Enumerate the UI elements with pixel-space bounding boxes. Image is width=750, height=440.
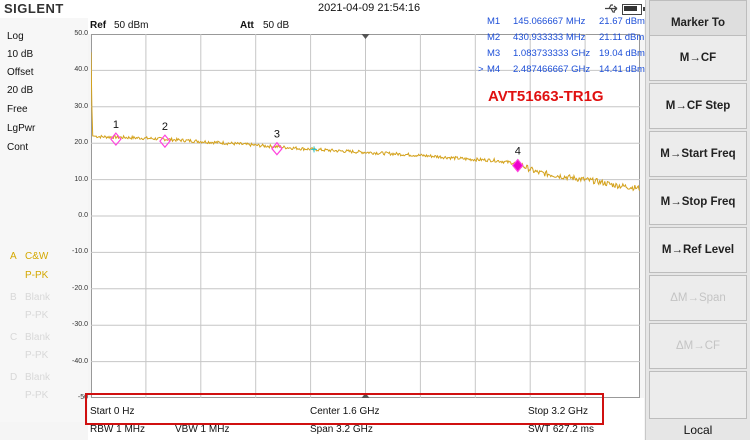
local-button[interactable]: Local — [649, 421, 747, 439]
trace-c-det: P-PK — [25, 350, 49, 361]
marker-to-stop-freq-button[interactable]: M→Stop Freq — [649, 179, 747, 225]
marker-to-start-freq-button[interactable]: M→Start Freq — [649, 131, 747, 177]
marker-prefix-selected: > — [478, 64, 484, 75]
sweep-mode: Cont — [7, 142, 29, 153]
trace-b-letter: B — [10, 292, 17, 303]
trace-d-letter: D — [10, 372, 18, 383]
marker-name: M2 — [487, 32, 501, 43]
trace-a-det: P-PK — [25, 270, 49, 281]
sweep-time[interactable]: SWT 627.2 ms — [528, 424, 594, 435]
datetime: 2021-04-09 21:54:16 — [318, 2, 421, 14]
y-tick-label: -50 — [77, 394, 88, 401]
y-tick-label: -20.0 — [72, 284, 88, 292]
y-tick-label: 0.0 — [78, 212, 88, 219]
offset-value: 20 dB — [7, 85, 34, 96]
marker-name: M3 — [487, 48, 501, 59]
marker-name: M4 — [487, 64, 501, 75]
trace-d-mode: Blank — [25, 372, 51, 383]
marker-level: 19.04 dBm — [599, 48, 645, 59]
y-tick-label: 30.0 — [74, 102, 88, 110]
att-label: Att — [240, 20, 254, 31]
marker-to-ref-level-button[interactable]: M→Ref Level — [649, 227, 747, 273]
marker-number: 3 — [274, 129, 280, 141]
trace-a-letter: A — [10, 251, 17, 262]
marker-number: 4 — [515, 146, 521, 158]
y-tick-label: -10.0 — [72, 248, 88, 256]
y-tick-label: 10.0 — [74, 175, 88, 183]
marker-freq: 430.933333 MHz — [513, 32, 586, 43]
delta-marker-to-span-button[interactable]: ΔM→Span — [649, 275, 747, 321]
trace-b-mode: Blank — [25, 292, 51, 303]
scale-type: Log — [7, 31, 24, 42]
y-tick-label: 20.0 — [74, 139, 88, 147]
empty-softkey — [649, 371, 747, 419]
marker-freq: 145.066667 MHz — [513, 16, 586, 27]
marker-to-cf-button[interactable]: M→CF — [649, 35, 747, 81]
scale-div: 10 dB — [7, 49, 34, 60]
trace-a-mode: C&W — [25, 251, 49, 262]
marker-name: M1 — [487, 16, 501, 27]
marker-to-cf-step-button[interactable]: M→CF Step — [649, 83, 747, 129]
y-tick-label: 50.0 — [74, 30, 88, 37]
y-tick-label: -40.0 — [72, 357, 88, 365]
att-value: 50 dB — [263, 20, 290, 31]
marker-level: 14.41 dBm — [599, 64, 645, 75]
offset-label: Offset — [7, 67, 34, 78]
marker-level: 21.11 dBm — [599, 32, 645, 43]
trace-d-det: P-PK — [25, 390, 49, 401]
brand-logo: SIGLENT — [4, 1, 64, 16]
marker-freq: 2.487466667 GHz — [513, 64, 591, 75]
detector-mode: LgPwr — [7, 123, 36, 134]
trace-b-det: P-PK — [25, 310, 49, 321]
marker-level: 21.67 dBm — [599, 16, 645, 27]
softkey-menu: Marker To M→CF M→CF Step M→Start Freq M→… — [645, 0, 750, 440]
trigger-mode: Free — [7, 104, 28, 115]
rbw-value[interactable]: RBW 1 MHz — [90, 424, 145, 435]
trace-c-mode: Blank — [25, 332, 51, 343]
ref-value: 50 dBm — [114, 20, 149, 31]
highlight-box — [85, 393, 604, 425]
usb-icon — [605, 4, 618, 13]
marker-freq: 1.083733333 GHz — [513, 48, 591, 59]
trace-c-letter: C — [10, 332, 18, 343]
y-tick-label: -30.0 — [72, 321, 88, 329]
vbw-value[interactable]: VBW 1 MHz — [175, 424, 229, 435]
battery-icon — [622, 4, 645, 15]
marker-number: 2 — [162, 121, 168, 133]
model-label: AVT51663-TR1G — [488, 88, 604, 105]
marker-number: 1 — [113, 119, 119, 131]
delta-marker-to-cf-button[interactable]: ΔM→CF — [649, 323, 747, 369]
y-tick-label: 40.0 — [74, 66, 88, 74]
ref-label: Ref — [90, 20, 107, 31]
span-value[interactable]: Span 3.2 GHz — [310, 424, 373, 435]
